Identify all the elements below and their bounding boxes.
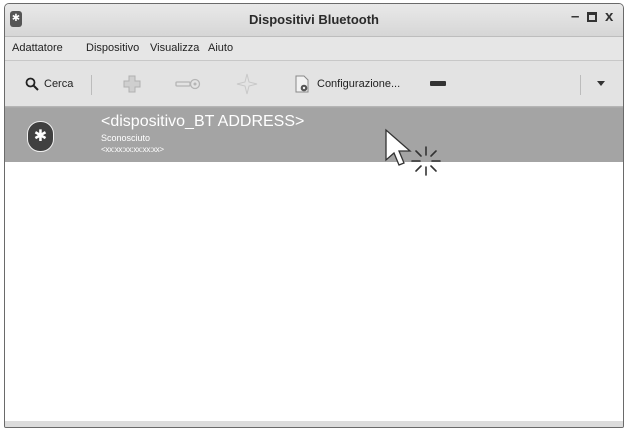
close-icon[interactable]: x <box>605 8 613 25</box>
window-title: Dispositivi Bluetooth <box>249 12 379 27</box>
trust-button[interactable] <box>235 61 259 106</box>
toolbar-separator <box>580 75 581 95</box>
device-address: <xx:xx:xx:xx:xx:xx> <box>101 145 164 154</box>
menu-bar: Adattatore Dispositivo Visualizza Aiuto <box>5 37 623 61</box>
menu-aiuto[interactable]: Aiuto <box>208 42 233 54</box>
minimize-icon[interactable]: – <box>571 8 579 25</box>
pair-button[interactable] <box>175 61 201 106</box>
busy-pointer-icon <box>385 128 441 176</box>
device-list[interactable]: ✱ <dispositivo_BT ADDRESS> Sconosciuto <… <box>5 107 623 422</box>
star-icon <box>236 73 258 94</box>
menu-adattatore[interactable]: Adattatore <box>12 42 63 54</box>
chevron-down-icon <box>597 80 605 86</box>
add-device-button[interactable] <box>122 61 142 106</box>
menu-visualizza[interactable]: Visualizza <box>150 42 199 54</box>
toolbar: Cerca Configurazione... <box>5 61 623 107</box>
bluetooth-icon: ✱ <box>27 121 54 152</box>
device-list-item[interactable]: ✱ <dispositivo_BT ADDRESS> Sconosciuto <… <box>5 108 623 162</box>
menu-dispositivo[interactable]: Dispositivo <box>86 42 139 54</box>
device-name: <dispositivo_BT ADDRESS> <box>101 113 305 130</box>
bluetooth-devices-window: ✱ Dispositivi Bluetooth – x Adattatore D… <box>4 3 624 428</box>
search-button[interactable]: Cerca <box>25 61 73 106</box>
search-button-label: Cerca <box>44 77 74 90</box>
configuration-button[interactable]: Configurazione... <box>295 61 400 106</box>
document-settings-icon <box>295 75 309 92</box>
remove-device-button[interactable] <box>430 61 446 106</box>
minus-icon <box>430 80 446 86</box>
toolbar-overflow-button[interactable] <box>597 61 605 106</box>
device-status: Sconosciuto <box>101 133 151 143</box>
status-bar <box>5 421 623 427</box>
plus-icon <box>123 75 141 92</box>
key-icon <box>175 78 201 89</box>
maximize-icon[interactable] <box>586 10 598 27</box>
toolbar-separator <box>91 75 92 95</box>
search-icon <box>25 77 39 91</box>
configuration-button-label: Configurazione... <box>317 77 401 90</box>
title-bar[interactable]: ✱ Dispositivi Bluetooth – x <box>5 4 623 37</box>
